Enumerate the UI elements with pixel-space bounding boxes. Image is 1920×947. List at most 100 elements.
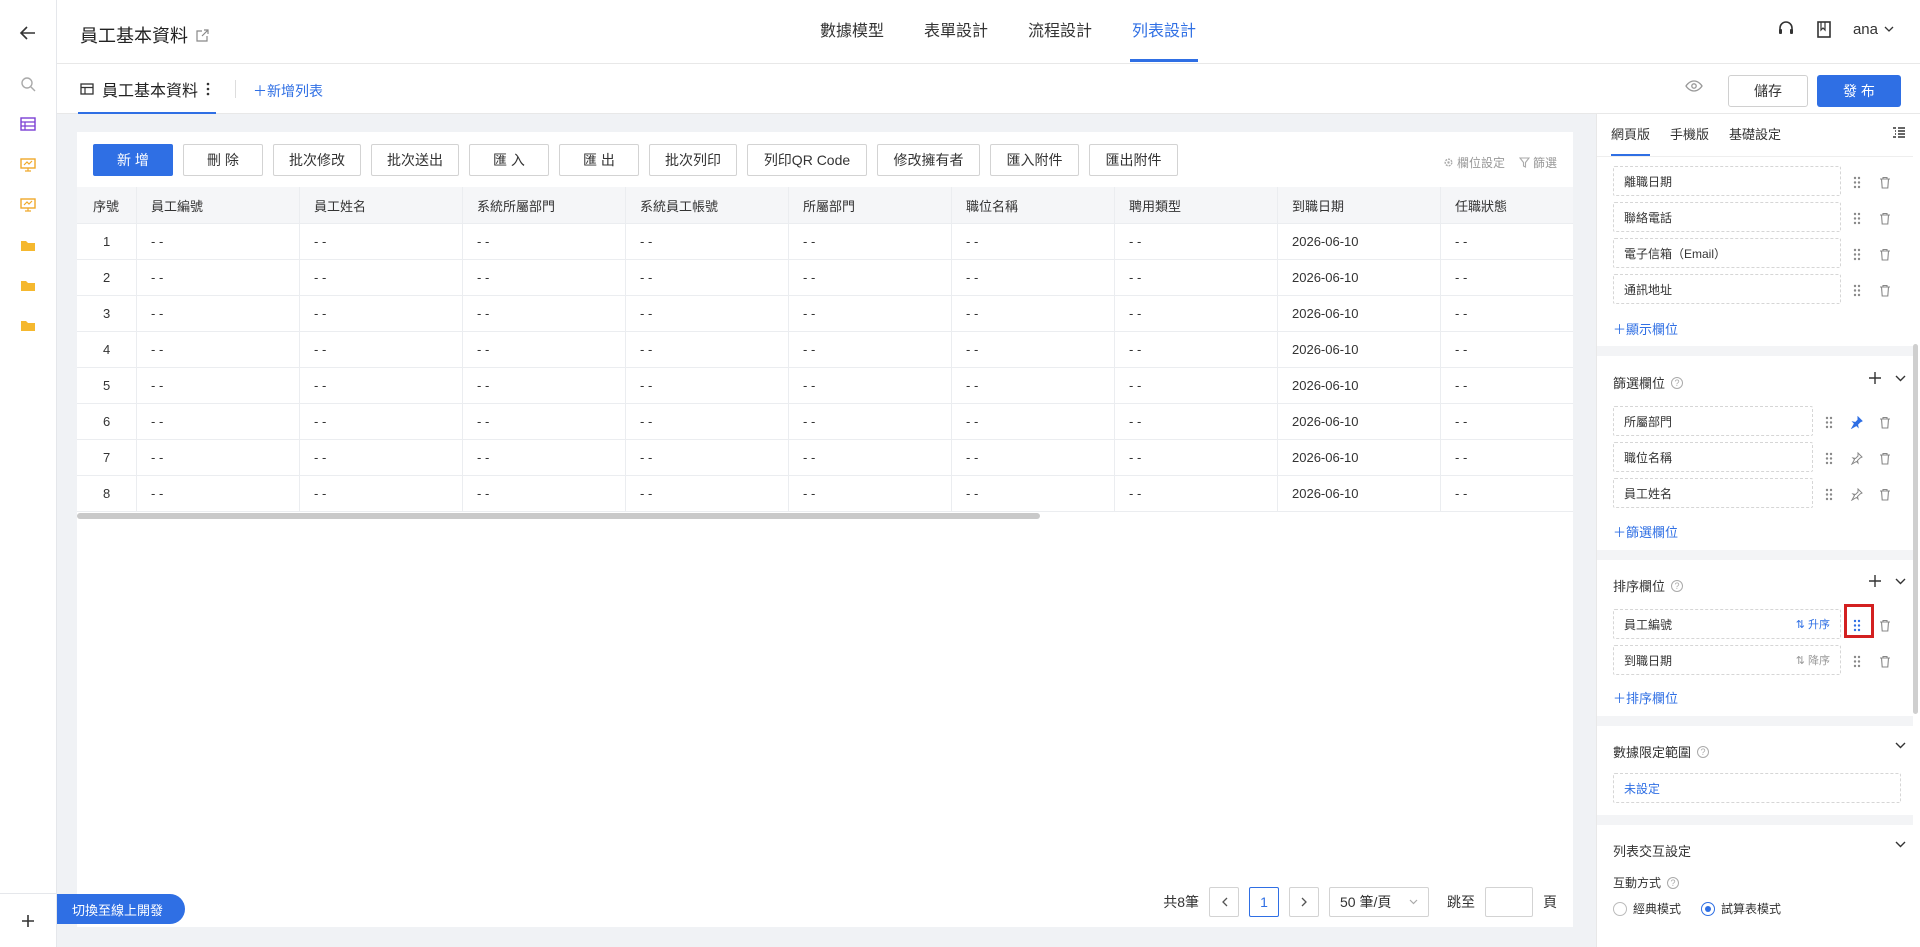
add-filter-field-link[interactable]: ＋篩選欄位: [1613, 522, 1678, 541]
display-field-item[interactable]: 通訊地址: [1613, 274, 1841, 304]
drag-handle-icon[interactable]: [1821, 486, 1837, 502]
column-header[interactable]: 職位名稱: [952, 187, 1115, 223]
batch-print-button[interactable]: 批次列印: [649, 144, 737, 176]
table-row[interactable]: 6- -- -- -- -- -- -- -2026-06-10- -: [77, 404, 1573, 440]
tab-basic-settings[interactable]: 基礎設定: [1729, 114, 1781, 156]
tab-data-model[interactable]: 數據模型: [800, 0, 904, 64]
drag-handle-icon[interactable]: [1849, 653, 1865, 669]
display-field-item[interactable]: 聯絡電話: [1613, 202, 1841, 232]
page-number-button[interactable]: 1: [1249, 887, 1279, 917]
table-row[interactable]: 7- -- -- -- -- -- -- -2026-06-10- -: [77, 440, 1573, 476]
radio-button[interactable]: [1613, 901, 1627, 916]
table-row[interactable]: 8- -- -- -- -- -- -- -2026-06-10- -: [77, 476, 1573, 512]
trash-icon[interactable]: [1877, 486, 1893, 502]
drag-handle-icon[interactable]: [1821, 450, 1837, 466]
batch-edit-button[interactable]: 批次修改: [273, 144, 361, 176]
drag-handle-icon[interactable]: [1821, 414, 1837, 430]
print-qr-code-button[interactable]: 列印QR Code: [747, 144, 867, 176]
trash-icon[interactable]: [1877, 617, 1893, 633]
radio-button-selected[interactable]: [1701, 901, 1716, 916]
add-record-button[interactable]: 新 增: [93, 144, 173, 176]
table-row[interactable]: 4- -- -- -- -- -- -- -2026-06-10- -: [77, 332, 1573, 368]
column-header[interactable]: 到職日期: [1278, 187, 1441, 223]
help-icon[interactable]: ?: [1697, 745, 1710, 758]
filter-field-item[interactable]: 所屬部門: [1613, 406, 1813, 436]
trash-icon[interactable]: [1877, 246, 1893, 262]
chevron-down-icon[interactable]: [1895, 841, 1906, 848]
user-menu[interactable]: ana: [1853, 21, 1894, 38]
chevron-down-icon[interactable]: [1895, 375, 1906, 382]
export-button[interactable]: 匯 出: [559, 144, 639, 176]
support-headset-icon[interactable]: [1777, 20, 1795, 38]
export-attachments-button[interactable]: 匯出附件: [1089, 144, 1178, 176]
import-button[interactable]: 匯 入: [469, 144, 549, 176]
sort-order-toggle[interactable]: ⇅ 降序: [1796, 652, 1830, 668]
column-header[interactable]: 聘用類型: [1115, 187, 1278, 223]
change-owner-button[interactable]: 修改擁有者: [877, 144, 980, 176]
drag-handle-icon[interactable]: [1849, 246, 1865, 262]
table-row[interactable]: 2- -- -- -- -- -- -- -2026-06-10- -: [77, 260, 1573, 296]
drag-handle-icon[interactable]: [1849, 174, 1865, 190]
switch-online-dev-button[interactable]: 切換至線上開發: [57, 894, 185, 924]
table-icon[interactable]: [17, 113, 39, 135]
filter-link[interactable]: 篩選: [1518, 154, 1557, 171]
dashboard-icon[interactable]: [17, 194, 39, 216]
pin-icon[interactable]: [1848, 450, 1864, 466]
import-attachments-button[interactable]: 匯入附件: [990, 144, 1079, 176]
jump-page-input[interactable]: [1485, 887, 1533, 917]
folder-icon[interactable]: [17, 234, 39, 256]
column-header[interactable]: 序號: [77, 187, 137, 223]
horizontal-scrollbar[interactable]: [77, 513, 1040, 519]
save-button[interactable]: 儲存: [1728, 75, 1808, 107]
panel-scrollbar[interactable]: [1913, 344, 1918, 714]
pin-icon[interactable]: [1848, 486, 1864, 502]
drag-handle-icon[interactable]: [1849, 282, 1865, 298]
document-icon[interactable]: [1817, 20, 1831, 38]
radio-spreadsheet-mode[interactable]: 試算表模式: [1701, 900, 1781, 917]
help-icon[interactable]: ?: [1667, 876, 1680, 889]
external-link-icon[interactable]: [196, 28, 209, 42]
column-header[interactable]: 員工編號: [137, 187, 300, 223]
publish-button[interactable]: 發 布: [1817, 75, 1901, 107]
trash-icon[interactable]: [1877, 210, 1893, 226]
list-tab-employee[interactable]: 員工基本資料: [77, 64, 217, 114]
search-icon[interactable]: [17, 73, 39, 95]
sort-field-item[interactable]: 員工編號 ⇅ 升序: [1613, 609, 1841, 639]
column-header[interactable]: 系統所屬部門: [463, 187, 626, 223]
table-row[interactable]: 3- -- -- -- -- -- -- -2026-06-10- -: [77, 296, 1573, 332]
table-row[interactable]: 1- -- -- -- -- -- -- -2026-06-10- -: [77, 224, 1573, 260]
filter-field-item[interactable]: 員工姓名: [1613, 478, 1813, 508]
table-row[interactable]: 5- -- -- -- -- -- -- -2026-06-10- -: [77, 368, 1573, 404]
help-icon[interactable]: ?: [1671, 376, 1684, 389]
tab-form-design[interactable]: 表單設計: [904, 0, 1008, 64]
back-arrow-icon[interactable]: [17, 22, 39, 44]
tab-list-design[interactable]: 列表設計: [1112, 0, 1216, 64]
prev-page-button[interactable]: [1209, 887, 1239, 917]
plus-icon[interactable]: [1869, 372, 1881, 384]
column-header[interactable]: 任職狀態: [1441, 187, 1566, 223]
trash-icon[interactable]: [1877, 450, 1893, 466]
sort-order-toggle[interactable]: ⇅ 升序: [1796, 616, 1830, 632]
tab-web[interactable]: 網頁版: [1611, 114, 1651, 156]
column-header[interactable]: 員工姓名: [300, 187, 463, 223]
trash-icon[interactable]: [1877, 282, 1893, 298]
next-page-button[interactable]: [1289, 887, 1319, 917]
radio-classic-mode[interactable]: 經典模式: [1613, 900, 1681, 917]
tab-mobile[interactable]: 手機版: [1670, 114, 1709, 156]
trash-icon[interactable]: [1877, 414, 1893, 430]
pin-icon[interactable]: [1848, 414, 1864, 430]
trash-icon[interactable]: [1877, 174, 1893, 190]
add-list-link[interactable]: ＋新增列表: [253, 81, 323, 101]
help-icon[interactable]: ?: [1671, 579, 1684, 592]
plus-icon[interactable]: [17, 910, 39, 932]
sort-field-item[interactable]: 到職日期 ⇅ 降序: [1613, 645, 1841, 675]
display-field-item[interactable]: 離職日期: [1613, 166, 1841, 196]
folder-icon[interactable]: [17, 314, 39, 336]
add-sort-field-link[interactable]: ＋排序欄位: [1613, 688, 1678, 707]
batch-submit-button[interactable]: 批次送出: [371, 144, 459, 176]
plus-icon[interactable]: [1869, 575, 1881, 587]
page-size-select[interactable]: 50 筆/頁: [1329, 887, 1429, 917]
folder-icon[interactable]: [17, 274, 39, 296]
tab-flow-design[interactable]: 流程設計: [1008, 0, 1112, 64]
column-header[interactable]: 所屬部門: [789, 187, 952, 223]
